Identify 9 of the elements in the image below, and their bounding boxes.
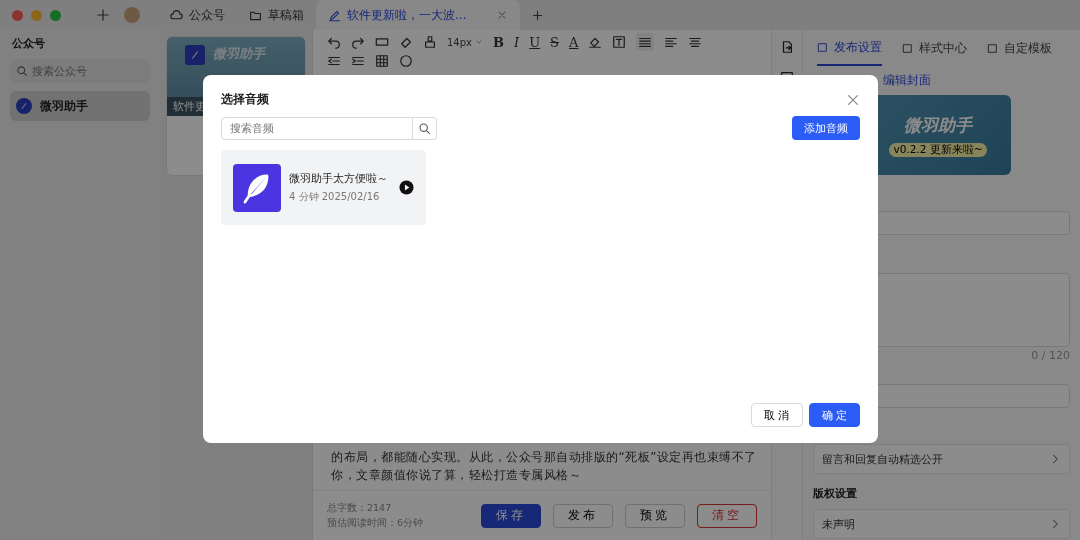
- audio-meta: 4 分钟 2025/02/16: [289, 189, 381, 204]
- section-heading: 版权设置: [813, 486, 858, 501]
- sidebar-title: 公众号: [11, 36, 46, 51]
- audio-title: 微羽助手太方便啦～: [289, 171, 389, 186]
- cover-title: 微羽助手: [904, 113, 972, 137]
- cover-title: 微羽助手: [213, 45, 265, 63]
- paragraph-line: 你，文章颜值你说了算，轻松打造专属风格～: [331, 467, 582, 484]
- cover-subtitle: v0.2.2 更新来啦~: [889, 142, 987, 157]
- paragraph-line: 的布局，都能随心实现。从此，公众号那自动排版的“死板”设定再也束缚不了: [331, 449, 753, 466]
